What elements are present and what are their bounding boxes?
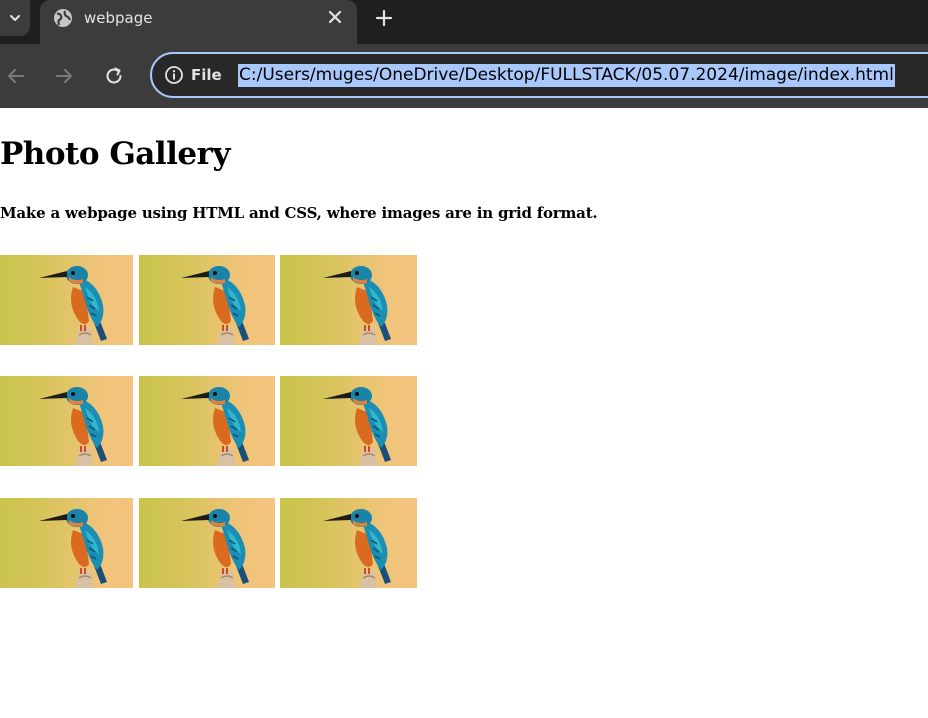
kingfisher-image — [139, 376, 275, 466]
page-content: Photo Gallery Make a webpage using HTML … — [0, 108, 928, 718]
site-info-label: File — [191, 66, 222, 84]
gallery-image — [139, 498, 275, 588]
gallery-image — [0, 255, 133, 345]
tab-strip: webpage — [0, 0, 928, 44]
gallery-image — [280, 255, 417, 345]
active-tab[interactable]: webpage — [40, 0, 357, 44]
address-bar[interactable]: File C:/Users/muges/OneDrive/Desktop/FUL… — [150, 52, 928, 98]
gallery-image — [139, 255, 275, 345]
page-description: Make a webpage using HTML and CSS, where… — [0, 204, 598, 222]
close-icon[interactable] — [325, 7, 345, 27]
url-text[interactable]: C:/Users/muges/OneDrive/Desktop/FULLSTAC… — [238, 64, 895, 87]
kingfisher-image — [280, 255, 417, 345]
gallery-image — [280, 498, 417, 588]
kingfisher-image — [139, 498, 275, 588]
kingfisher-image — [0, 255, 133, 345]
gallery-image — [0, 376, 133, 466]
tab-search-button[interactable] — [0, 0, 30, 36]
tab-title: webpage — [84, 9, 153, 27]
arrow-left-icon[interactable] — [5, 65, 27, 87]
reload-icon[interactable] — [103, 65, 125, 87]
kingfisher-image — [280, 376, 417, 466]
arrow-right-icon[interactable] — [53, 65, 75, 87]
kingfisher-image — [280, 498, 417, 588]
info-icon — [165, 66, 183, 84]
gallery-image — [0, 498, 133, 588]
site-info-chip[interactable]: File — [164, 65, 222, 85]
plus-icon[interactable] — [373, 7, 395, 29]
globe-icon — [54, 9, 72, 27]
browser-toolbar: File C:/Users/muges/OneDrive/Desktop/FUL… — [0, 44, 928, 108]
kingfisher-image — [0, 376, 133, 466]
kingfisher-image — [0, 498, 133, 588]
kingfisher-image — [139, 255, 275, 345]
gallery-image — [139, 376, 275, 466]
gallery-image — [280, 376, 417, 466]
chevron-down-icon — [10, 15, 20, 21]
page-title: Photo Gallery — [0, 136, 231, 172]
